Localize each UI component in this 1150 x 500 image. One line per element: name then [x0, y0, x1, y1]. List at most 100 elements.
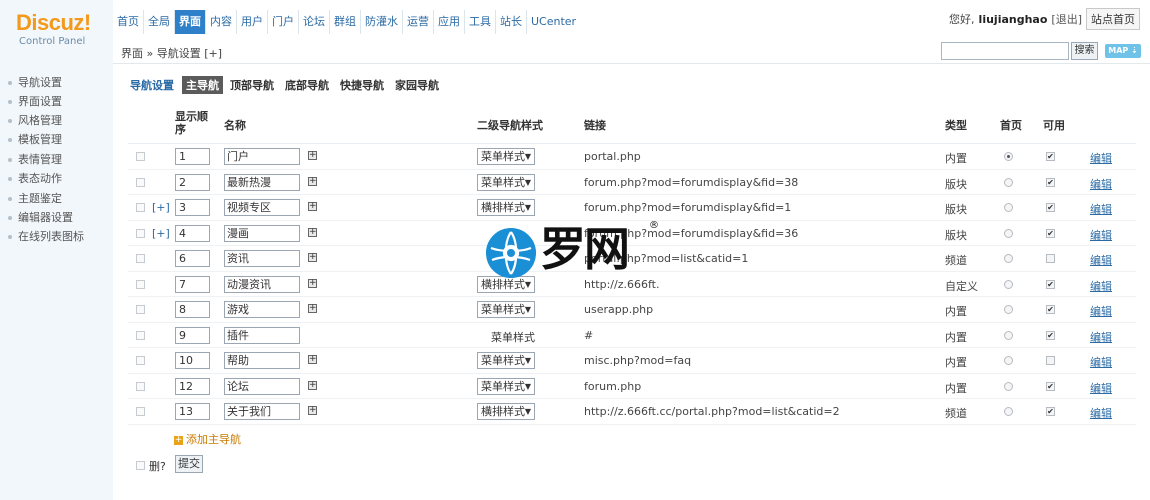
home-radio[interactable]: [1004, 356, 1013, 365]
topnav-item[interactable]: 内容: [206, 10, 237, 34]
name-input[interactable]: 门户: [224, 148, 300, 165]
add-main-nav-link[interactable]: + 添加主导航: [174, 431, 241, 447]
row-delete-checkbox[interactable]: [136, 177, 145, 187]
topnav-item[interactable]: 全局: [144, 10, 175, 34]
edit-link[interactable]: 编辑: [1090, 303, 1112, 319]
topnav-item[interactable]: 运营: [403, 10, 434, 34]
home-radio[interactable]: [1004, 203, 1013, 212]
sub-nav-style-select[interactable]: 菜单样式 ▼: [477, 301, 535, 318]
sub-nav-style-select[interactable]: 菜单样式 ▼: [477, 173, 535, 191]
row-delete-checkbox[interactable]: [136, 356, 145, 365]
breadcrumb[interactable]: 界面 » 导航设置 [+]: [121, 45, 222, 61]
home-radio[interactable]: [1004, 279, 1013, 289]
tab-2[interactable]: 顶部导航: [226, 76, 278, 94]
edit-link[interactable]: 编辑: [1090, 380, 1112, 396]
sidebar-item[interactable]: 编辑器设置: [8, 209, 73, 225]
map-button[interactable]: MAP ⇣: [1105, 44, 1141, 58]
topnav-item[interactable]: 界面: [175, 10, 206, 34]
enabled-checkbox[interactable]: ✔: [1046, 152, 1055, 161]
add-sub-nav-icon[interactable]: +: [308, 355, 317, 364]
add-sub-nav-icon[interactable]: +: [308, 176, 317, 186]
sidebar-item[interactable]: 界面设置: [8, 93, 62, 109]
row-delete-checkbox[interactable]: [136, 152, 145, 161]
row-delete-checkbox[interactable]: [136, 254, 145, 263]
search-button[interactable]: 搜索: [1071, 42, 1098, 60]
home-radio[interactable]: [1004, 177, 1013, 187]
edit-link[interactable]: 编辑: [1090, 176, 1112, 192]
edit-link[interactable]: 编辑: [1090, 354, 1112, 370]
home-radio[interactable]: [1004, 152, 1013, 161]
name-input[interactable]: 视频专区: [224, 199, 300, 216]
row-delete-checkbox[interactable]: [136, 330, 145, 340]
name-input[interactable]: 论坛: [224, 377, 300, 395]
order-input[interactable]: 3: [175, 199, 210, 216]
name-input[interactable]: 最新热漫: [224, 173, 300, 191]
edit-link[interactable]: 编辑: [1090, 278, 1112, 294]
edit-link[interactable]: 编辑: [1090, 329, 1112, 345]
subtabs-title[interactable]: 导航设置: [130, 77, 174, 93]
order-input[interactable]: 13: [175, 403, 210, 420]
order-input[interactable]: 1: [175, 148, 210, 165]
edit-link[interactable]: 编辑: [1090, 201, 1112, 217]
row-delete-checkbox[interactable]: [136, 203, 145, 212]
add-sub-nav-icon[interactable]: +: [308, 304, 317, 313]
name-input[interactable]: 漫画: [224, 224, 300, 242]
sidebar-item[interactable]: 风格管理: [8, 112, 62, 128]
topnav-item[interactable]: 群组: [330, 10, 361, 34]
row-delete-checkbox[interactable]: [136, 407, 145, 416]
name-input[interactable]: 资讯: [224, 250, 300, 267]
topnav-item[interactable]: UCenter: [527, 10, 580, 34]
submit-button[interactable]: 提交: [175, 455, 203, 473]
row-delete-checkbox[interactable]: [136, 279, 145, 289]
row-delete-checkbox[interactable]: [136, 305, 145, 314]
logo[interactable]: Discuz! Control Panel: [0, 0, 113, 64]
order-input[interactable]: 4: [175, 224, 210, 242]
add-sub-nav-icon[interactable]: +: [308, 380, 317, 390]
enabled-checkbox[interactable]: ✔: [1046, 228, 1055, 238]
enabled-checkbox[interactable]: ✔: [1046, 203, 1055, 212]
topnav-item[interactable]: 工具: [465, 10, 496, 34]
order-input[interactable]: 12: [175, 377, 210, 395]
order-input[interactable]: 6: [175, 250, 210, 267]
tab-5[interactable]: 家园导航: [391, 76, 443, 94]
topnav-item[interactable]: 用户: [237, 10, 268, 34]
site-home-button[interactable]: 站点首页: [1086, 8, 1140, 30]
order-input[interactable]: 9: [175, 326, 210, 344]
enabled-checkbox[interactable]: [1046, 356, 1055, 365]
name-input[interactable]: 帮助: [224, 352, 300, 369]
name-input[interactable]: 插件: [224, 326, 300, 344]
sidebar-item[interactable]: 在线列表图标: [8, 228, 84, 244]
name-input[interactable]: 动漫资讯: [224, 275, 300, 293]
search-input[interactable]: [941, 42, 1069, 60]
sub-nav-style-select[interactable]: 横排样式 ▼: [477, 199, 535, 216]
topnav-item[interactable]: 门户: [268, 10, 299, 34]
order-input[interactable]: 2: [175, 173, 210, 191]
add-sub-nav-icon[interactable]: +: [308, 278, 317, 288]
topnav-item[interactable]: 应用: [434, 10, 465, 34]
home-radio[interactable]: [1004, 330, 1013, 340]
add-sub-nav-icon[interactable]: +: [308, 202, 317, 211]
sidebar-item[interactable]: 表情管理: [8, 151, 62, 167]
tab-1[interactable]: 主导航: [182, 76, 223, 94]
home-radio[interactable]: [1004, 228, 1013, 238]
expand-toggle[interactable]: [+]: [152, 201, 170, 214]
enabled-checkbox[interactable]: ✔: [1046, 279, 1055, 289]
home-radio[interactable]: [1004, 407, 1013, 416]
sub-nav-style-select[interactable]: 菜单样式 ▼: [477, 377, 535, 395]
topnav-item[interactable]: 论坛: [299, 10, 330, 34]
delete-checkbox[interactable]: [136, 461, 145, 470]
home-radio[interactable]: [1004, 305, 1013, 314]
topnav-item[interactable]: 首页: [113, 10, 144, 34]
topnav-item[interactable]: 站长: [496, 10, 527, 34]
expand-toggle[interactable]: [+]: [152, 227, 170, 240]
add-sub-nav-icon[interactable]: +: [308, 406, 317, 415]
sidebar-item[interactable]: 导航设置: [8, 74, 62, 90]
enabled-checkbox[interactable]: ✔: [1046, 381, 1055, 391]
add-sub-nav-icon[interactable]: +: [308, 227, 317, 237]
sidebar-item[interactable]: 表态动作: [8, 170, 62, 186]
edit-link[interactable]: 编辑: [1090, 405, 1112, 421]
home-radio[interactable]: [1004, 254, 1013, 263]
sub-nav-style-select[interactable]: 横排样式 ▼: [477, 275, 535, 293]
enabled-checkbox[interactable]: ✔: [1046, 407, 1055, 416]
sub-nav-style-select[interactable]: 横排样式 ▼: [477, 403, 535, 420]
